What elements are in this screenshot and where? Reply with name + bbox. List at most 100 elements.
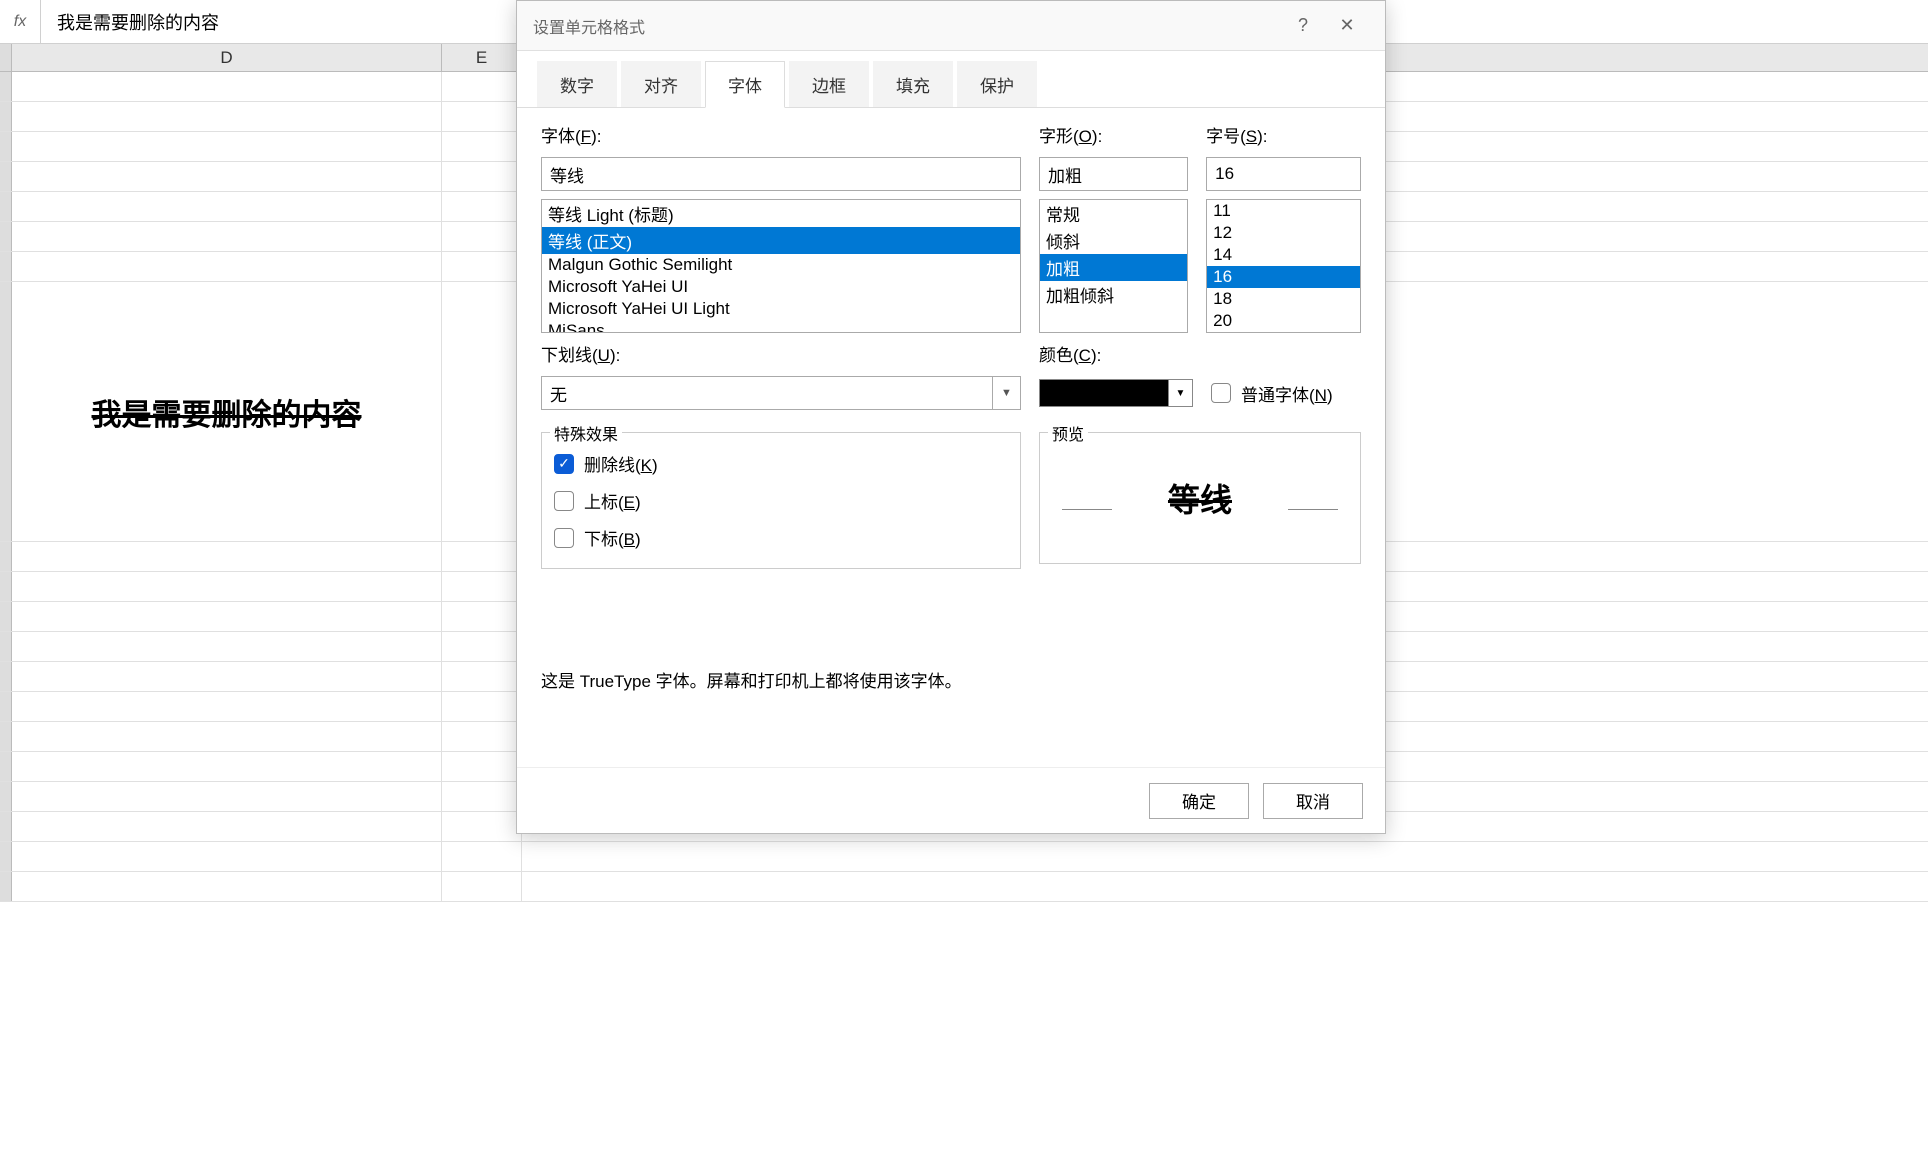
cell[interactable] [442,192,522,221]
cell[interactable] [12,572,442,601]
list-item[interactable]: 20 [1207,310,1360,332]
cell[interactable] [12,752,442,781]
list-item[interactable]: 14 [1207,244,1360,266]
list-item[interactable]: 16 [1207,266,1360,288]
cell[interactable] [12,602,442,631]
list-item[interactable]: 倾斜 [1040,227,1187,254]
dialog-titlebar[interactable]: 设置单元格格式 ? ✕ [517,1,1385,51]
list-item[interactable]: 11 [1207,200,1360,222]
underline-label: 下划线(U): [541,341,1021,366]
size-label: 字号(S): [1206,122,1361,147]
cell[interactable] [12,662,442,691]
cell[interactable] [12,872,442,901]
cell[interactable] [12,542,442,571]
size-listbox[interactable]: 11 12 14 16 18 20 [1206,199,1361,333]
superscript-checkbox[interactable]: 上标(E) [554,482,1008,519]
cell[interactable] [442,132,522,161]
checkbox-icon [1211,383,1231,403]
cell[interactable] [12,722,442,751]
dialog-tabs: 数字 对齐 字体 边框 填充 保护 [517,51,1385,108]
list-item[interactable]: 加粗倾斜 [1040,281,1187,308]
style-label: 字形(O): [1039,122,1188,147]
cell[interactable] [442,722,522,751]
style-input[interactable] [1039,157,1188,191]
list-item[interactable]: MiSans [542,320,1020,333]
selected-cell[interactable]: 我是需要删除的内容 [12,282,442,541]
cell[interactable] [12,132,442,161]
checkbox-icon: ✓ [554,454,574,474]
cell[interactable] [442,872,522,901]
cancel-button[interactable]: 取消 [1263,783,1363,819]
column-header-d[interactable]: D [12,44,442,71]
cell[interactable] [442,662,522,691]
chevron-down-icon: ▼ [1169,379,1193,407]
color-picker[interactable]: ▼ [1039,376,1193,410]
checkbox-label: 上标(E) [584,488,641,513]
subscript-checkbox[interactable]: 下标(B) [554,519,1008,556]
list-item[interactable]: 等线 (正文) [542,227,1020,254]
size-input[interactable] [1206,157,1361,191]
cell[interactable] [442,842,522,871]
checkbox-label: 删除线(K) [584,451,658,476]
checkbox-label: 下标(B) [584,525,641,550]
cell[interactable] [442,102,522,131]
preview-label: 预览 [1048,421,1088,445]
cell[interactable] [442,752,522,781]
list-item[interactable]: 18 [1207,288,1360,310]
ok-button[interactable]: 确定 [1149,783,1249,819]
list-item[interactable]: Malgun Gothic Semilight [542,254,1020,276]
cell[interactable] [12,632,442,661]
cell[interactable] [442,572,522,601]
cell[interactable] [12,782,442,811]
strikethrough-checkbox[interactable]: ✓ 删除线(K) [554,445,1008,482]
font-input[interactable] [541,157,1021,191]
corner-stub[interactable] [0,44,12,71]
cell[interactable] [12,72,442,101]
cell[interactable] [442,542,522,571]
tab-alignment[interactable]: 对齐 [621,61,701,107]
list-item[interactable]: 12 [1207,222,1360,244]
cell[interactable] [442,812,522,841]
font-label: 字体(F): [541,122,1021,147]
list-item[interactable]: 加粗 [1040,254,1187,281]
normal-font-checkbox[interactable]: 普通字体(N) [1211,376,1361,410]
tab-font[interactable]: 字体 [705,61,785,108]
cell[interactable] [442,282,522,541]
list-item[interactable]: Microsoft YaHei UI [542,276,1020,298]
color-label: 颜色(C): [1039,341,1193,366]
cell[interactable] [442,72,522,101]
tab-number[interactable]: 数字 [537,61,617,107]
underline-select[interactable] [541,376,1021,410]
fx-label[interactable]: fx [0,13,40,31]
cell[interactable] [12,222,442,251]
format-cells-dialog: 设置单元格格式 ? ✕ 数字 对齐 字体 边框 填充 保护 字体(F): 等线 … [516,0,1386,834]
column-header-e[interactable]: E [442,44,522,71]
cell[interactable] [442,602,522,631]
cell[interactable] [12,842,442,871]
close-button[interactable]: ✕ [1325,4,1369,48]
help-button[interactable]: ? [1281,4,1325,48]
checkbox-label: 普通字体(N) [1241,381,1333,406]
cell[interactable] [442,222,522,251]
cell[interactable] [12,692,442,721]
cell[interactable] [12,252,442,281]
cell[interactable] [442,162,522,191]
cell[interactable] [12,812,442,841]
cell[interactable] [12,162,442,191]
tab-protection[interactable]: 保护 [957,61,1037,107]
list-item[interactable]: 等线 Light (标题) [542,200,1020,227]
cell[interactable] [442,252,522,281]
list-item[interactable]: Microsoft YaHei UI Light [542,298,1020,320]
cell[interactable] [12,102,442,131]
cell[interactable] [442,632,522,661]
tab-fill[interactable]: 填充 [873,61,953,107]
style-listbox[interactable]: 常规 倾斜 加粗 加粗倾斜 [1039,199,1188,333]
checkbox-icon [554,491,574,511]
list-item[interactable]: 常规 [1040,200,1187,227]
cell[interactable] [12,192,442,221]
cell-text: 我是需要删除的内容 [92,390,362,434]
cell[interactable] [442,782,522,811]
cell[interactable] [442,692,522,721]
font-listbox[interactable]: 等线 Light (标题) 等线 (正文) Malgun Gothic Semi… [541,199,1021,333]
tab-border[interactable]: 边框 [789,61,869,107]
